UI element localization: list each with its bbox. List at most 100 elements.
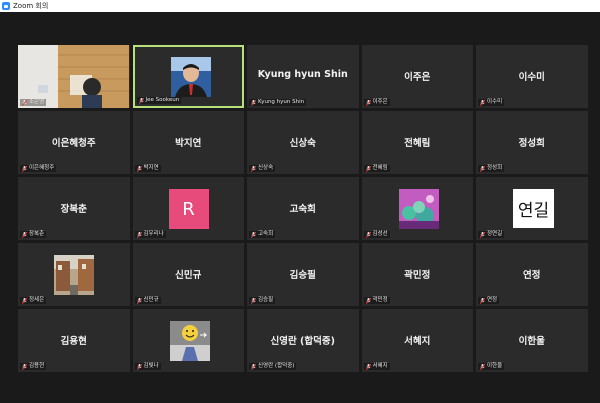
gallery-grid: 조은영 Jee Sookeun Kyung hyun Shin Kyung hyun … [18, 45, 588, 372]
mic-muted-icon [365, 297, 371, 304]
mic-muted-icon [22, 363, 27, 370]
participant-tile[interactable]: 이주은 이주은 [361, 45, 473, 108]
participant-name: 신민규 [175, 270, 202, 281]
participant-label: 이수미 [487, 99, 503, 105]
participant-label: 장복춘 [29, 231, 45, 237]
mic-muted-icon [136, 231, 142, 238]
participant-label: 김성선 [372, 231, 388, 237]
participant-name: 장복춘 [60, 204, 87, 215]
mic-muted-icon [136, 363, 142, 370]
participant-label: 고숙희 [258, 231, 274, 237]
mic-muted-icon [365, 165, 371, 172]
participant-tile[interactable]: 고숙희 고숙희 [247, 177, 359, 240]
participant-tile[interactable]: Jee Sookeun [132, 45, 244, 108]
participant-footer: 김승필 [249, 297, 276, 304]
participant-footer: 정세은 [20, 297, 47, 304]
mic-muted-icon [22, 99, 27, 106]
mic-muted-icon [251, 363, 256, 370]
participant-tile[interactable]: 이은혜청주 이은혜청주 [18, 111, 130, 174]
participant-name: Kyung hyun Shin [257, 69, 348, 80]
participant-name: 연정 [523, 270, 541, 281]
participant-label: 정연길 [487, 231, 503, 237]
mic-muted-icon [251, 99, 256, 106]
mic-muted-icon [365, 363, 371, 370]
participant-label: 이주은 [372, 99, 388, 105]
participant-profile-image [169, 321, 210, 361]
mic-muted-icon [22, 297, 27, 304]
mic-muted-icon [251, 231, 256, 238]
mic-muted-icon [365, 231, 371, 238]
participant-label: 김용현 [29, 363, 45, 369]
mic-muted-icon [480, 297, 485, 304]
participant-footer: 조은영 [20, 99, 47, 106]
participant-label: 서혜지 [372, 363, 388, 369]
participant-tile[interactable]: 신상숙 신상숙 [247, 111, 359, 174]
participant-footer: 고숙희 [249, 231, 276, 238]
participant-footer: 신영란 (합덕중) [249, 363, 297, 370]
participant-name: 박지연 [175, 138, 202, 149]
participant-name: 김승필 [289, 270, 316, 281]
participant-footer: 이수미 [478, 99, 505, 106]
participant-label: 신상숙 [258, 165, 274, 171]
participant-footer: Kyung hyun Shin [249, 99, 307, 106]
zoom-app-icon [2, 2, 10, 10]
participant-name: 이수미 [518, 72, 545, 83]
participant-tile[interactable]: 정세은 [18, 243, 130, 306]
participant-label: 전혜림 [372, 165, 388, 171]
mic-muted-icon [480, 99, 485, 106]
participant-tile[interactable]: 박지연 박지연 [132, 111, 244, 174]
mic-muted-icon [480, 363, 485, 370]
participant-tile[interactable]: Kyung hyun Shin Kyung hyun Shin [247, 45, 359, 108]
mic-muted-icon [365, 99, 371, 106]
participant-tile[interactable]: 김승필 김승필 [247, 243, 359, 306]
gallery-stage: 조은영 Jee Sookeun Kyung hyun Shin Kyung hyun … [0, 12, 600, 403]
participant-label: 김우리나 [143, 231, 164, 237]
mic-muted-icon [22, 231, 27, 238]
participant-footer: 정연길 [478, 231, 505, 238]
participant-name: 김용현 [60, 336, 87, 347]
participant-tile[interactable]: 조은영 [18, 45, 130, 108]
participant-label: 박지연 [143, 165, 159, 171]
participant-tile[interactable]: 이수미 이수미 [476, 45, 588, 108]
participant-label: 정세은 [29, 297, 45, 303]
mic-muted-icon [251, 165, 256, 172]
participant-footer: 김우리나 [134, 231, 166, 238]
participant-name: 정성희 [518, 138, 545, 149]
participant-letter-avatar: R [168, 189, 209, 229]
participant-footer: 이은혜청주 [20, 165, 57, 172]
mic-muted-icon [480, 231, 485, 238]
participant-footer: 전혜림 [363, 165, 390, 172]
participant-footer: 서혜지 [363, 363, 390, 370]
participant-label: Jee Sookeun [145, 97, 180, 103]
participant-tile[interactable]: 신민규 신민규 [132, 243, 244, 306]
participant-name: 고숙희 [289, 204, 316, 215]
participant-tile[interactable]: R 김우리나 [132, 177, 244, 240]
participant-tile[interactable]: 연정 연정 [476, 243, 588, 306]
participant-profile-photo [170, 57, 211, 97]
participant-tile[interactable]: 이한울 이한울 [476, 309, 588, 372]
participant-label: 신민규 [143, 297, 159, 303]
participant-tile[interactable]: 신영란 (합덕중) 신영란 (합덕중) [247, 309, 359, 372]
participant-tile[interactable]: 김용현 김용현 [18, 309, 130, 372]
mic-muted-icon [251, 297, 256, 304]
mic-muted-icon [22, 165, 27, 172]
participant-tile[interactable]: 정성희 정성희 [476, 111, 588, 174]
participant-label: 정성희 [487, 165, 503, 171]
participant-label: 곽민정 [372, 297, 388, 303]
participant-tile[interactable]: 전혜림 전혜림 [361, 111, 473, 174]
participant-tile[interactable]: 장복춘 장복춘 [18, 177, 130, 240]
participant-tile[interactable]: 연길 정연길 [476, 177, 588, 240]
participant-tile[interactable]: 김성선 [361, 177, 473, 240]
participant-label: 김빛나 [143, 363, 159, 369]
participant-profile-image [54, 255, 94, 295]
participant-footer: 이주은 [363, 99, 390, 106]
mic-muted-icon [138, 97, 144, 104]
participant-tile[interactable]: 김빛나 [132, 309, 244, 372]
participant-tile[interactable]: 곽민정 곽민정 [361, 243, 473, 306]
participant-name: 이주은 [404, 72, 431, 83]
mic-muted-icon [136, 297, 142, 304]
mic-muted-icon [136, 165, 142, 172]
participant-label: 조은영 [29, 99, 45, 105]
participant-label: Kyung hyun Shin [258, 99, 305, 105]
participant-tile[interactable]: 서혜지 서혜지 [361, 309, 473, 372]
